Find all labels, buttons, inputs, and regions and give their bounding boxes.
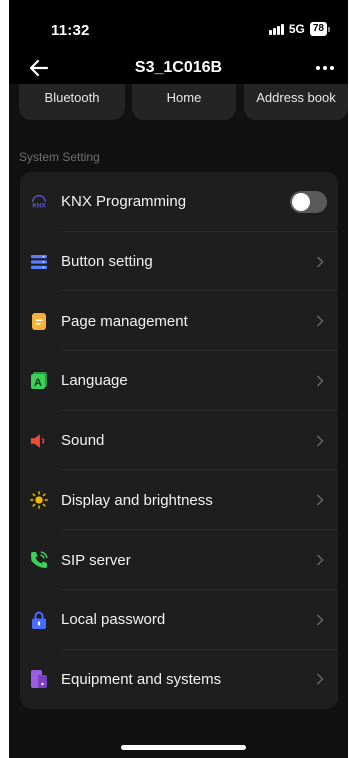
- status-time: 11:32: [51, 22, 90, 39]
- setting-display-brightness[interactable]: Display and brightness: [20, 471, 338, 531]
- home-indicator[interactable]: [121, 745, 246, 750]
- status-indicators: 5G 78: [268, 22, 330, 36]
- speaker-icon: [30, 432, 48, 450]
- shortcut-address-book[interactable]: Address book: [244, 84, 348, 120]
- document-icon: [30, 312, 48, 330]
- more-button[interactable]: [312, 58, 338, 78]
- chevron-right-icon: [317, 256, 324, 268]
- battery-icon: 78: [309, 22, 330, 36]
- setting-label: Button setting: [61, 253, 153, 271]
- lock-icon: [30, 611, 48, 629]
- language-icon: A: [30, 372, 48, 390]
- setting-label: Page management: [61, 312, 188, 330]
- section-heading: System Setting: [19, 150, 100, 164]
- status-bar: 11:32 5G 78: [9, 0, 348, 52]
- knx-icon: KNX: [30, 193, 48, 211]
- more-dots-icon: [316, 66, 320, 70]
- setting-sip-server[interactable]: SIP server: [20, 530, 338, 590]
- chevron-right-icon: [317, 435, 324, 447]
- chevron-right-icon: [317, 614, 324, 626]
- setting-local-password[interactable]: Local password: [20, 590, 338, 650]
- shortcut-bluetooth[interactable]: Bluetooth: [19, 84, 125, 120]
- battery-level: 78: [309, 22, 327, 36]
- shortcut-home[interactable]: Home: [132, 84, 236, 120]
- phone-icon: [30, 551, 48, 569]
- setting-sound[interactable]: Sound: [20, 411, 338, 471]
- setting-page-management[interactable]: Page management: [20, 291, 338, 352]
- navigation-bar: S3_1C016B: [9, 52, 348, 84]
- signal-icon: [268, 23, 284, 35]
- page-title: S3_1C016B: [134, 59, 223, 76]
- shortcut-bar: Bluetooth Home Address book: [19, 84, 348, 120]
- setting-label: Sound: [61, 432, 105, 450]
- svg-text:A: A: [34, 377, 42, 389]
- chevron-right-icon: [317, 673, 324, 685]
- chevron-right-icon: [317, 375, 324, 387]
- setting-label: KNX Programming: [61, 193, 187, 211]
- setting-label: Display and brightness: [61, 491, 213, 509]
- back-button[interactable]: [27, 56, 51, 80]
- chevron-right-icon: [317, 315, 324, 327]
- knx-programming-toggle[interactable]: [290, 190, 327, 213]
- setting-knx-programming: KNX KNX Programming: [20, 172, 338, 232]
- setting-label: Equipment and systems: [61, 670, 222, 688]
- setting-equipment-systems[interactable]: Equipment and systems: [20, 650, 338, 709]
- setting-label: Local password: [61, 611, 166, 629]
- network-type: 5G: [288, 22, 305, 36]
- phone-screen: 11:32 5G 78 S3_1C016B Bluetooth Home Add…: [9, 0, 348, 758]
- svg-text:KNX: KNX: [32, 202, 46, 209]
- setting-label: SIP server: [61, 551, 131, 569]
- settings-list: KNX KNX Programming Button setting Page …: [20, 172, 338, 709]
- sun-icon: [30, 491, 48, 510]
- arrow-left-icon: [29, 59, 49, 77]
- setting-label: Language: [61, 372, 128, 390]
- setting-button-setting[interactable]: Button setting: [20, 232, 338, 292]
- device-icon: [30, 670, 48, 689]
- list-icon: [30, 253, 48, 271]
- content-area: Bluetooth Home Address book System Setti…: [9, 84, 348, 758]
- chevron-right-icon: [317, 494, 324, 506]
- chevron-right-icon: [317, 554, 324, 566]
- setting-language[interactable]: A Language: [20, 351, 338, 411]
